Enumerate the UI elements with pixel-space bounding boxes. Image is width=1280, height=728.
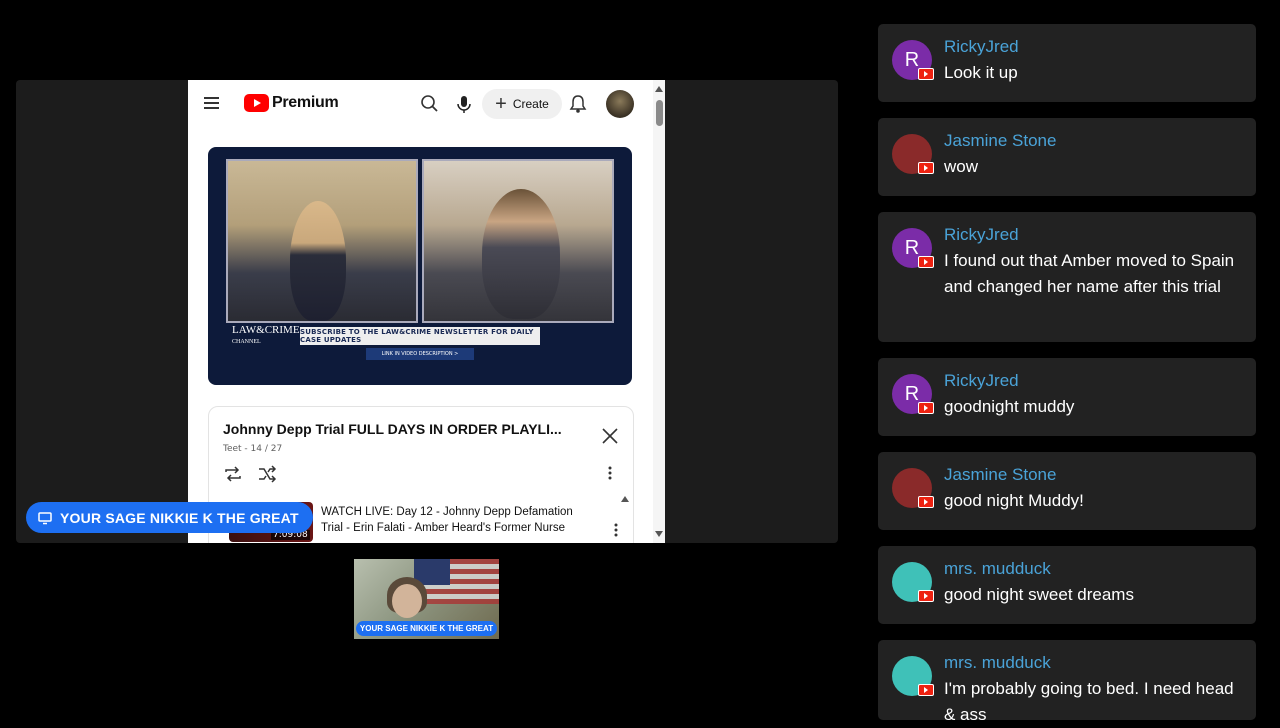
- chat-author: mrs. mudduck: [944, 559, 1051, 578]
- scroll-up-arrow[interactable]: [655, 86, 663, 92]
- chat-message: Jasmine Stone good night Muddy!: [878, 452, 1256, 530]
- youtube-badge-icon: [918, 402, 934, 414]
- chat-author: RickyJred: [944, 37, 1019, 56]
- youtube-badge-icon: [918, 590, 934, 602]
- video-frame-right: [422, 159, 614, 323]
- chat-text: goodnight muddy: [944, 397, 1075, 416]
- microphone-icon[interactable]: [454, 94, 474, 114]
- chat-message: mrs. mudduck I'm probably going to bed. …: [878, 640, 1256, 724]
- stage-name-badge: YOUR SAGE NIKKIE K THE GREAT: [26, 502, 313, 533]
- youtube-badge-icon: [918, 162, 934, 174]
- youtube-window: Premium + Create LAW&CRIME CHANNEL SUBSC…: [188, 80, 665, 543]
- playlist-title[interactable]: Johnny Depp Trial FULL DAYS IN ORDER PLA…: [223, 421, 562, 437]
- youtube-badge-icon: [918, 684, 934, 696]
- playlist-item-title[interactable]: WATCH LIVE: Day 12 - Johnny Depp Defamat…: [321, 504, 591, 536]
- create-label: Create: [512, 97, 549, 111]
- search-icon[interactable]: [420, 94, 440, 114]
- youtube-badge-icon: [918, 496, 934, 508]
- plus-icon: +: [495, 93, 507, 115]
- youtube-logo-icon: [244, 94, 269, 112]
- scroll-down-arrow[interactable]: [655, 531, 663, 537]
- chat-author: Jasmine Stone: [944, 465, 1057, 484]
- chat-message: R RickyJred I found out that Amber moved…: [878, 212, 1256, 342]
- chat-text: good night Muddy!: [944, 491, 1084, 510]
- chat-text: I found out that Amber moved to Spain an…: [944, 251, 1235, 296]
- chat-text: Look it up: [944, 63, 1018, 82]
- logo-text: Premium: [272, 94, 339, 111]
- chat-text: I'm probably going to bed. I need head &…: [944, 679, 1234, 724]
- item-more-icon[interactable]: [613, 522, 619, 538]
- playlist-scroll-up[interactable]: [621, 496, 629, 502]
- video-frame-left: [226, 159, 418, 323]
- video-banner: SUBSCRIBE TO THE LAW&CRIME NEWSLETTER FO…: [300, 327, 540, 345]
- stage-name-label: YOUR SAGE NIKKIE K THE GREAT: [60, 509, 299, 526]
- chat-message: R RickyJred goodnight muddy: [878, 358, 1256, 436]
- more-options-icon[interactable]: [607, 465, 613, 481]
- youtube-header: Premium + Create: [188, 80, 665, 128]
- chat-message: mrs. mudduck good night sweet dreams: [878, 546, 1256, 624]
- close-icon[interactable]: [601, 427, 619, 445]
- chat-author: Jasmine Stone: [944, 131, 1057, 150]
- video-player[interactable]: LAW&CRIME CHANNEL SUBSCRIBE TO THE LAW&C…: [208, 147, 632, 385]
- video-sub-banner: LINK IN VIDEO DESCRIPTION >: [366, 348, 474, 360]
- playlist-subtitle: Teet - 14 / 27: [223, 444, 283, 454]
- menu-icon[interactable]: [204, 97, 219, 110]
- webcam-face: [392, 584, 422, 618]
- youtube-premium-logo[interactable]: Premium: [244, 94, 339, 112]
- youtube-badge-icon: [918, 256, 934, 268]
- chat-author: RickyJred: [944, 225, 1019, 244]
- chat-text: wow: [944, 157, 979, 176]
- shuffle-icon[interactable]: [257, 465, 277, 483]
- law-crime-logo: LAW&CRIME CHANNEL: [232, 324, 300, 346]
- notifications-bell-icon[interactable]: [568, 94, 588, 114]
- loop-icon[interactable]: [223, 465, 243, 483]
- webcam-tile: YOUR SAGE NIKKIE K THE GREAT: [354, 559, 499, 639]
- chat-message: Jasmine Stone wow: [878, 118, 1256, 196]
- scroll-thumb[interactable]: [656, 100, 663, 126]
- chat-author: mrs. mudduck: [944, 653, 1051, 672]
- youtube-badge-icon: [918, 68, 934, 80]
- scrollbar[interactable]: [653, 80, 665, 543]
- webcam-name-badge: YOUR SAGE NIKKIE K THE GREAT: [356, 621, 497, 636]
- chat-message: R RickyJred Look it up: [878, 24, 1256, 102]
- chat-text: good night sweet dreams: [944, 585, 1134, 604]
- monitor-icon: [38, 511, 52, 524]
- account-avatar[interactable]: [606, 90, 634, 118]
- create-button[interactable]: + Create: [482, 89, 562, 119]
- chat-author: RickyJred: [944, 371, 1019, 390]
